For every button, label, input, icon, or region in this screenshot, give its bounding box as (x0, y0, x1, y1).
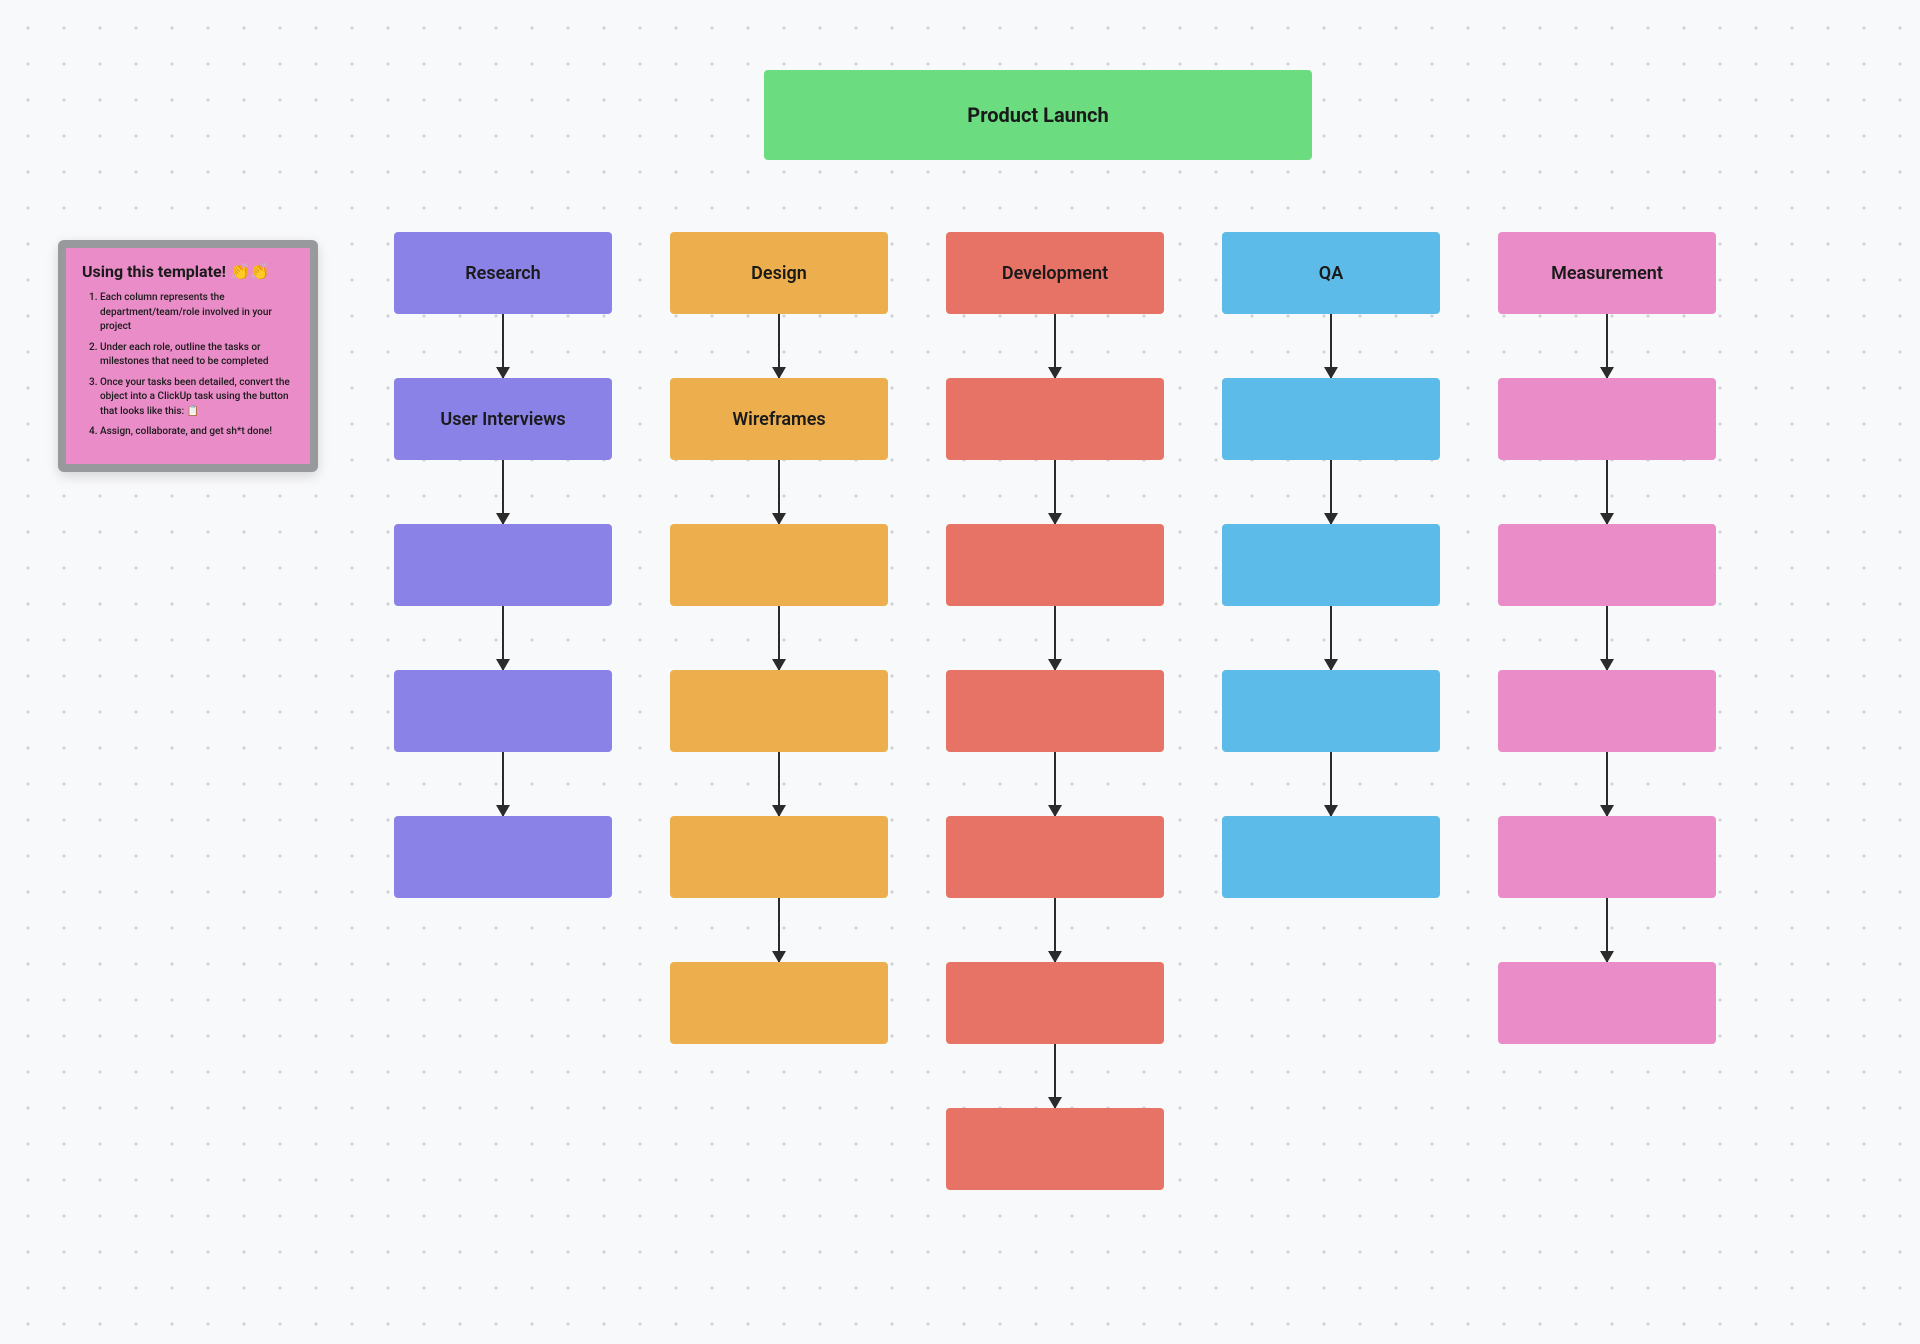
connector-arrow (1330, 606, 1332, 670)
task-node-qa-3[interactable] (1222, 816, 1440, 898)
connector-arrow (778, 606, 780, 670)
title-node-product-launch[interactable]: Product Launch (764, 70, 1312, 160)
task-node-measurement-2[interactable] (1498, 670, 1716, 752)
connector-arrow (502, 460, 504, 524)
task-node-design-0[interactable]: Wireframes (670, 378, 888, 460)
connector-arrow (1330, 314, 1332, 378)
connector-arrow (1606, 460, 1608, 524)
task-node-measurement-1[interactable] (1498, 524, 1716, 606)
instructions-title: Using this template! 👏👏 (82, 262, 294, 281)
connector-arrow (1054, 1044, 1056, 1108)
connector-arrow (1606, 898, 1608, 962)
task-node-qa-0[interactable] (1222, 378, 1440, 460)
task-node-measurement-4[interactable] (1498, 962, 1716, 1044)
instructions-list: Each column represents the department/te… (82, 291, 294, 440)
task-node-measurement-0[interactable] (1498, 378, 1716, 460)
connector-arrow (778, 752, 780, 816)
task-node-development-1[interactable] (946, 524, 1164, 606)
task-node-research-2[interactable] (394, 670, 612, 752)
task-node-qa-1[interactable] (1222, 524, 1440, 606)
task-node-development-0[interactable] (946, 378, 1164, 460)
task-node-development-5[interactable] (946, 1108, 1164, 1190)
column-header-measurement[interactable]: Measurement (1498, 232, 1716, 314)
connector-arrow (778, 314, 780, 378)
connector-arrow (502, 314, 504, 378)
task-node-design-4[interactable] (670, 962, 888, 1044)
column-header-research[interactable]: Research (394, 232, 612, 314)
instructions-item: Each column represents the department/te… (100, 291, 294, 335)
task-node-research-0[interactable]: User Interviews (394, 378, 612, 460)
title-node-label: Product Launch (967, 103, 1108, 127)
connector-arrow (778, 460, 780, 524)
connector-arrow (1330, 752, 1332, 816)
task-node-measurement-3[interactable] (1498, 816, 1716, 898)
connector-arrow (1606, 752, 1608, 816)
connector-arrow (1054, 606, 1056, 670)
instructions-item: Under each role, outline the tasks or mi… (100, 341, 294, 370)
task-node-development-2[interactable] (946, 670, 1164, 752)
column-header-development[interactable]: Development (946, 232, 1164, 314)
instructions-item: Once your tasks been detailed, convert t… (100, 376, 294, 420)
connector-arrow (1054, 314, 1056, 378)
task-node-label: Wireframes (732, 409, 825, 430)
task-node-qa-2[interactable] (1222, 670, 1440, 752)
task-node-development-4[interactable] (946, 962, 1164, 1044)
connector-arrow (1054, 460, 1056, 524)
connector-arrow (1606, 314, 1608, 378)
whiteboard-canvas[interactable]: Product Launch Using this template! 👏👏 E… (0, 0, 1920, 1344)
connector-arrow (778, 898, 780, 962)
connector-arrow (1054, 898, 1056, 962)
task-node-design-3[interactable] (670, 816, 888, 898)
instructions-item: Assign, collaborate, and get sh*t done! (100, 425, 294, 440)
column-header-label: Development (1002, 263, 1108, 284)
task-node-label: User Interviews (440, 409, 565, 430)
column-header-design[interactable]: Design (670, 232, 888, 314)
connector-arrow (1054, 752, 1056, 816)
column-header-label: Design (751, 263, 807, 284)
task-node-design-1[interactable] (670, 524, 888, 606)
task-node-research-1[interactable] (394, 524, 612, 606)
task-node-research-3[interactable] (394, 816, 612, 898)
instructions-sticky[interactable]: Using this template! 👏👏 Each column repr… (58, 240, 318, 472)
column-header-label: QA (1319, 263, 1343, 284)
connector-arrow (502, 752, 504, 816)
task-node-development-3[interactable] (946, 816, 1164, 898)
task-node-design-2[interactable] (670, 670, 888, 752)
column-header-qa[interactable]: QA (1222, 232, 1440, 314)
connector-arrow (1606, 606, 1608, 670)
column-header-label: Measurement (1551, 263, 1663, 284)
connector-arrow (1330, 460, 1332, 524)
column-header-label: Research (465, 263, 540, 284)
connector-arrow (502, 606, 504, 670)
